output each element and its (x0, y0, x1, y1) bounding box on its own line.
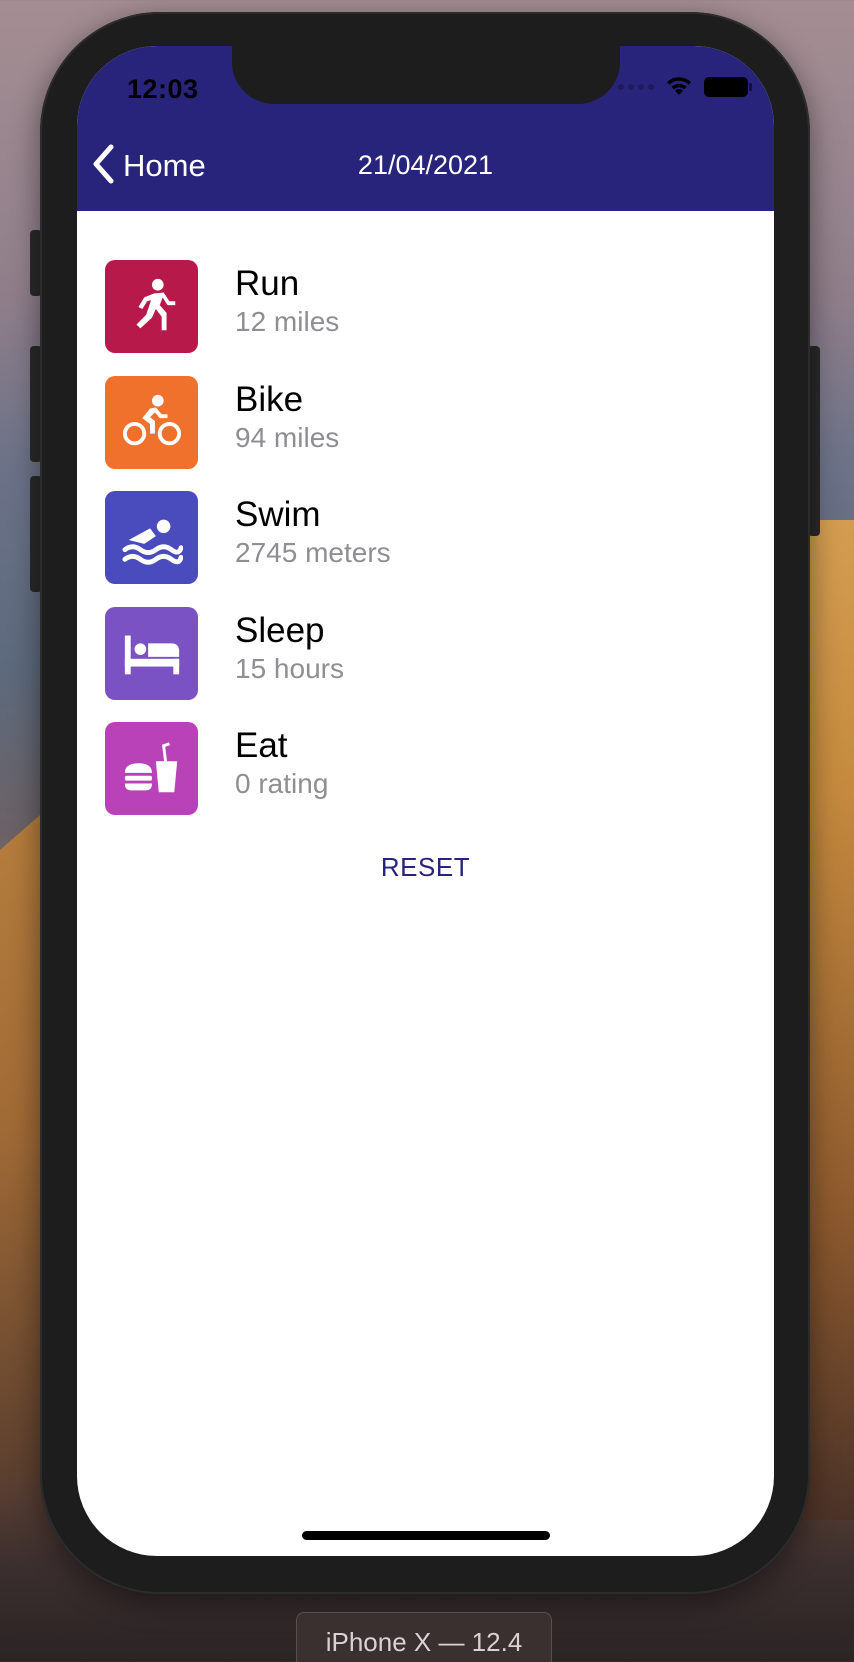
list-item-sleep[interactable]: Sleep 15 hours (77, 606, 774, 723)
activity-name: Bike (235, 379, 304, 419)
list-item-eat[interactable]: Eat 0 rating (77, 722, 774, 838)
simulator-device-label: iPhone X — 12.4 (296, 1612, 552, 1662)
status-icons (618, 74, 752, 101)
sleep-tile (105, 606, 198, 700)
navigation-bar: 12:03 Home 21/04/2021 (77, 46, 774, 211)
notch (232, 46, 620, 104)
swim-tile (105, 491, 198, 584)
reset-button[interactable]: RESET (77, 852, 774, 883)
phone-screen: 12:03 Home 21/04/2021 Run 12 miles Bike … (77, 46, 774, 1556)
wifi-icon (664, 74, 694, 101)
status-time: 12:03 (127, 74, 199, 104)
activity-name: Run (235, 264, 300, 303)
activity-value: 15 hours (235, 652, 344, 684)
activity-value: 12 miles (235, 306, 340, 337)
swimmer-icon (121, 519, 183, 565)
list-item-swim[interactable]: Swim 2745 meters (77, 491, 774, 607)
activity-list: Run 12 miles Bike 94 miles Swim 2745 met… (77, 260, 774, 838)
bike-tile (105, 375, 198, 469)
run-tile (105, 260, 198, 353)
cellular-signal-icon (618, 84, 654, 90)
battery-icon (704, 77, 752, 97)
list-item-bike[interactable]: Bike 94 miles (77, 375, 774, 492)
activity-value: 2745 meters (235, 537, 391, 568)
fast-food-icon (124, 741, 177, 792)
activity-value: 0 rating (235, 768, 329, 799)
list-item-run[interactable]: Run 12 miles (77, 260, 774, 376)
activity-name: Sleep (235, 610, 325, 650)
cyclist-icon (122, 394, 181, 446)
running-person-icon (136, 278, 175, 330)
page-title: 21/04/2021 (357, 150, 494, 180)
activity-name: Swim (235, 495, 321, 534)
activity-value: 94 miles (235, 421, 340, 453)
home-indicator[interactable] (302, 1531, 550, 1540)
eat-tile (105, 722, 198, 815)
activity-name: Eat (235, 726, 288, 765)
bed-icon (124, 635, 179, 675)
